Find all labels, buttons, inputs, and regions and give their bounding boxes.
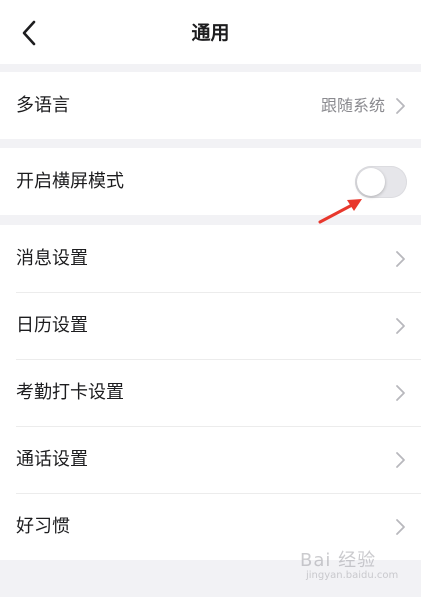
settings-row-label: 考勤打卡设置 (16, 381, 124, 403)
settings-row-label: 通话设置 (16, 448, 88, 470)
language-label: 多语言 (16, 94, 70, 116)
chevron-right-icon (396, 518, 405, 535)
landscape-toggle[interactable] (355, 165, 407, 198)
toggle-knob (357, 167, 385, 196)
watermark-logo: Bai 经验 (300, 550, 377, 571)
settings-row-attendance[interactable]: 考勤打卡设置 (0, 359, 421, 426)
chevron-right-icon (396, 250, 405, 267)
chevron-right-icon (396, 97, 405, 114)
annotation-arrow-icon (318, 199, 362, 224)
settings-section: 消息设置 日历设置 考勤打卡设置 通话设置 好习惯 (0, 225, 421, 560)
settings-row-call[interactable]: 通话设置 (0, 426, 421, 493)
settings-row-label: 好习惯 (16, 515, 70, 537)
settings-row-message[interactable]: 消息设置 (0, 225, 421, 292)
landscape-label: 开启横屏模式 (16, 170, 124, 192)
settings-row-calendar[interactable]: 日历设置 (0, 292, 421, 359)
language-row[interactable]: 多语言 跟随系统 (0, 72, 421, 139)
settings-row-label: 日历设置 (16, 314, 88, 336)
chevron-right-icon (396, 384, 405, 401)
watermark-url: jingyan.baidu.com (306, 570, 399, 581)
chevron-right-icon (396, 317, 405, 334)
language-section: 多语言 跟随系统 (0, 72, 421, 139)
page-title: 通用 (191, 22, 230, 44)
settings-row-label: 消息设置 (16, 247, 88, 269)
chevron-right-icon (396, 451, 405, 468)
navigation-bar: 通用 (0, 0, 421, 64)
language-value: 跟随系统 (320, 95, 385, 115)
